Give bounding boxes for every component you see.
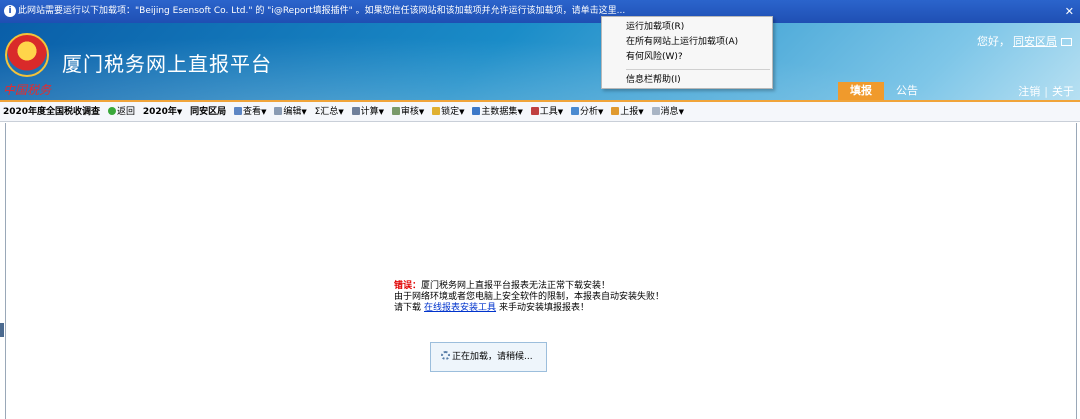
report-frame [5, 123, 1077, 419]
error-message: 错误：厦门税务网上直报平台报表无法正常下载安装！ 由于网络环境或者您电脑上安全软… [394, 281, 664, 314]
greeting-text: 您好， [977, 35, 1010, 48]
audit-label: 审核 [400, 107, 419, 117]
error-label: 错误： [394, 281, 422, 291]
loading-indicator: 正在加载，请稍候... [430, 342, 547, 372]
site-title: 厦门税务网上直报平台 [62, 52, 272, 76]
information-bar-message[interactable]: 此网站需要运行以下加载项："Beijing Esensoft Co. Ltd."… [18, 6, 625, 16]
survey-title: 2020年度全国税收调查 [3, 107, 101, 117]
view-label: 查看 [243, 107, 262, 117]
menu-item-what-risk[interactable]: 有何风险(W)? [602, 50, 772, 65]
analysis-label: 分析 [579, 107, 598, 117]
summary-label: 汇总 [320, 107, 339, 117]
browser-window: i 此网站需要运行以下加载项："Beijing Esensoft Co. Ltd… [0, 0, 1080, 419]
lock-label: 锁定 [441, 107, 460, 117]
menu-separator [626, 69, 770, 70]
chevron-down-icon: ▼ [517, 108, 523, 116]
collapse-handle[interactable] [0, 323, 4, 337]
chevron-down-icon: ▼ [261, 108, 267, 116]
addon-context-menu: 运行加载项(R) 在所有网站上运行加载项(A) 有何风险(W)? 信息栏帮助(I… [601, 16, 773, 89]
report-toolbar: 2020年度全国税收调查 返回 2020年▼ 同安区局 查看▼ 编辑▼ Σ汇总▼… [0, 100, 1080, 122]
close-icon[interactable]: ✕ [1065, 0, 1074, 23]
view-menu[interactable]: 查看▼ [234, 102, 267, 121]
error-line-3: 请下载 在线报表安装工具 来手动安装填报报表！ [394, 303, 664, 314]
back-arrow-icon [107, 107, 116, 115]
tools-menu[interactable]: 工具▼ [530, 102, 564, 121]
spinner-icon [441, 351, 450, 360]
region-label: 同安区局 [190, 107, 227, 117]
edit-icon [274, 107, 283, 115]
calculate-menu[interactable]: 计算▼ [351, 102, 384, 121]
tax-emblem-logo [5, 33, 49, 77]
calculate-label: 计算 [360, 107, 379, 117]
dataset-icon [472, 107, 481, 115]
information-bar[interactable]: i 此网站需要运行以下加载项："Beijing Esensoft Co. Ltd… [0, 0, 1080, 23]
analysis-menu[interactable]: 分析▼ [570, 102, 604, 121]
about-link[interactable]: 关于 [1052, 85, 1074, 98]
chevron-down-icon: ▼ [638, 108, 644, 116]
menu-item-infobar-help[interactable]: 信息栏帮助(I) [602, 73, 772, 88]
year-selector[interactable]: 2020年▼ [142, 102, 183, 121]
chevron-down-icon: ▼ [459, 108, 465, 116]
header-links: 注销 | 关于 [1018, 83, 1074, 99]
site-header: 中国税务 厦门税务网上直报平台 您好， 同安区局 填报 公告 注销 | 关于 [0, 23, 1080, 100]
upload-icon [611, 107, 620, 115]
audit-menu[interactable]: 审核▼ [391, 102, 425, 121]
error-text-3-suffix: 来手动安装填报报表！ [499, 303, 590, 313]
tab-fill-report[interactable]: 填报 [838, 82, 884, 100]
submit-menu[interactable]: 上报▼ [611, 102, 644, 121]
view-icon [234, 107, 243, 115]
submit-label: 上报 [620, 107, 639, 117]
messages-menu[interactable]: 消息▼ [651, 102, 684, 121]
user-greeting: 您好， 同安区局 [977, 33, 1072, 49]
bar-chart-icon [570, 107, 579, 115]
chevron-down-icon: ▼ [678, 108, 684, 116]
messages-label: 消息 [660, 107, 679, 117]
lock-menu[interactable]: 锁定▼ [432, 102, 465, 121]
tools-icon [530, 107, 539, 115]
edit-label: 编辑 [283, 107, 302, 117]
menu-item-run-addon[interactable]: 运行加载项(R) [602, 20, 772, 35]
summary-menu[interactable]: Σ汇总▼ [315, 102, 344, 121]
chevron-down-icon: ▼ [418, 108, 425, 116]
chevron-down-icon: ▼ [176, 108, 183, 116]
back-label: 返回 [116, 107, 135, 117]
tools-label: 工具 [539, 107, 558, 117]
download-installer-link[interactable]: 在线报表安装工具 [424, 303, 496, 313]
lock-icon [432, 107, 441, 115]
chevron-down-icon: ▼ [598, 108, 604, 116]
menu-item-run-all-sites[interactable]: 在所有网站上运行加载项(A) [602, 35, 772, 50]
error-line-1: 错误：厦门税务网上直报平台报表无法正常下载安装！ [394, 281, 664, 292]
error-text-1: 厦门税务网上直报平台报表无法正常下载安装！ [421, 281, 611, 291]
error-line-2: 由于网络环境或者您电脑上安全软件的限制，本报表自动安装失败！ [394, 292, 665, 302]
emblem-caption: 中国税务 [3, 83, 52, 97]
mail-icon[interactable] [1061, 38, 1072, 46]
error-text-3-prefix: 请下载 [394, 303, 422, 313]
chevron-down-icon: ▼ [557, 108, 564, 116]
info-icon: i [4, 5, 16, 17]
master-dataset-menu[interactable]: 主数据集▼ [472, 102, 523, 121]
chevron-down-icon: ▼ [301, 108, 307, 116]
calculator-icon [351, 107, 360, 115]
edit-menu[interactable]: 编辑▼ [274, 102, 307, 121]
tab-announcements[interactable]: 公告 [896, 82, 918, 100]
chevron-down-icon: ▼ [378, 108, 384, 116]
master-dataset-label: 主数据集 [481, 107, 518, 117]
logout-link[interactable]: 注销 [1018, 85, 1040, 98]
content-area: 错误：厦门税务网上直报平台报表无法正常下载安装！ 由于网络环境或者您电脑上安全软… [0, 123, 1080, 419]
back-button[interactable]: 返回 [107, 102, 135, 121]
loading-text: 正在加载，请稍候... [452, 352, 533, 362]
audit-icon [391, 107, 400, 115]
chevron-down-icon: ▼ [338, 108, 344, 116]
envelope-icon [651, 107, 660, 115]
link-separator: | [1044, 85, 1048, 98]
user-link[interactable]: 同安区局 [1013, 35, 1057, 48]
year-label: 2020年 [142, 107, 177, 117]
